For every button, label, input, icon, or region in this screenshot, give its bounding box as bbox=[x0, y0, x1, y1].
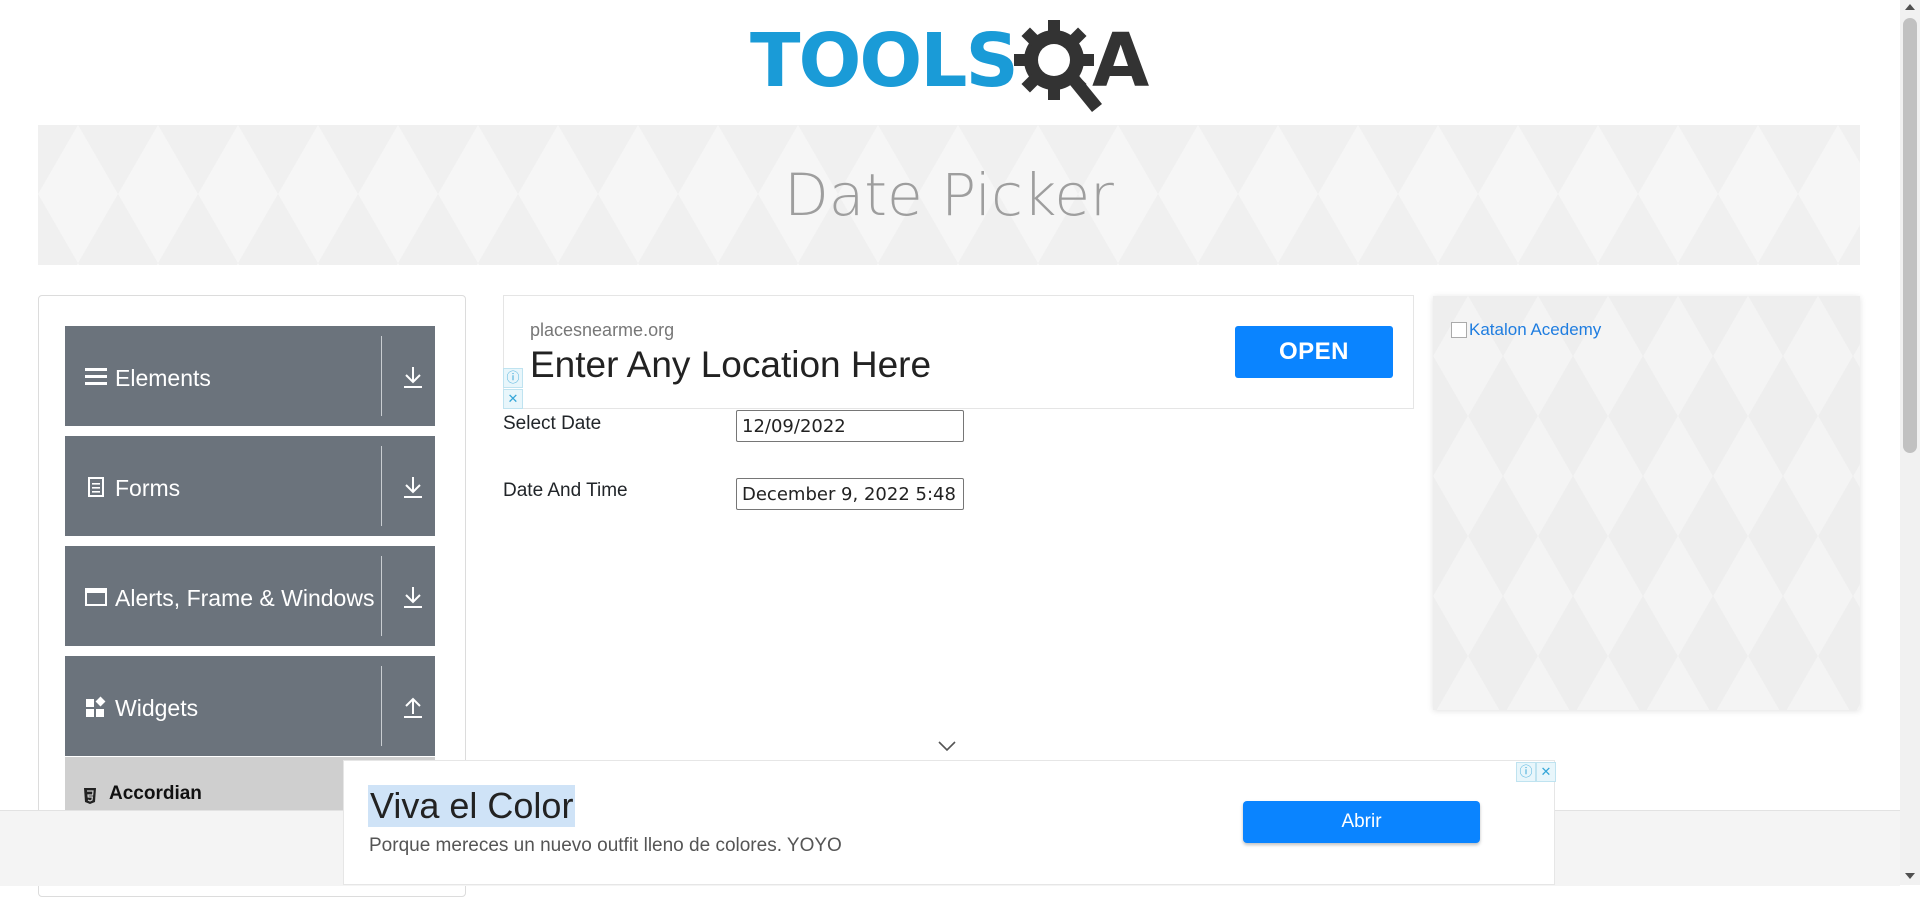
scroll-down-arrow-icon[interactable] bbox=[1905, 873, 1915, 879]
image-alt-text: Katalon Acedemy bbox=[1469, 320, 1602, 339]
page-banner: Date Picker bbox=[38, 125, 1860, 265]
logo-text-a: A bbox=[1092, 18, 1149, 104]
advertisement-top[interactable]: placesnearme.org Enter Any Location Here… bbox=[503, 295, 1414, 409]
sidebar-group-label: Widgets bbox=[115, 695, 199, 721]
ad-description: Porque mereces un nuevo outfit lleno de … bbox=[369, 835, 842, 856]
scroll-up-arrow-icon[interactable] bbox=[1905, 4, 1915, 10]
upload-arrow-icon[interactable] bbox=[401, 694, 425, 720]
chevron-down-icon[interactable] bbox=[937, 740, 957, 752]
sidebar-group-elements[interactable]: Elements bbox=[65, 326, 435, 426]
sidebar-group-label: Forms bbox=[115, 475, 181, 501]
ad-open-button[interactable]: OPEN bbox=[1235, 326, 1393, 378]
adchoices-info-icon[interactable]: ⓘ bbox=[503, 368, 523, 388]
divider bbox=[381, 336, 382, 416]
document-icon bbox=[88, 477, 104, 497]
broken-image-link[interactable]: Katalon Acedemy bbox=[1451, 320, 1601, 340]
widgets-icon bbox=[86, 696, 106, 717]
advertisement-right[interactable]: Katalon Acedemy bbox=[1433, 296, 1860, 710]
date-and-time-input[interactable]: December 9, 2022 5:48 PM bbox=[736, 478, 964, 510]
window-icon bbox=[85, 588, 107, 606]
sidebar-item-label: Accordian bbox=[109, 783, 202, 804]
advertisement-bottom[interactable]: Viva el Color Porque mereces un nuevo ou… bbox=[343, 760, 1555, 885]
ad-headline[interactable]: Viva el Color bbox=[368, 785, 576, 827]
divider bbox=[381, 556, 382, 636]
divider bbox=[381, 446, 382, 526]
divider bbox=[381, 666, 382, 746]
adchoices-info-icon[interactable]: ⓘ bbox=[1516, 762, 1536, 782]
download-arrow-icon[interactable] bbox=[401, 584, 425, 610]
ad-open-button[interactable]: Abrir bbox=[1243, 801, 1480, 843]
vertical-scrollbar[interactable] bbox=[1900, 0, 1920, 885]
ad-close-icon[interactable]: ✕ bbox=[503, 389, 523, 409]
select-date-label: Select Date bbox=[503, 413, 602, 434]
sidebar-group-widgets[interactable]: Widgets bbox=[65, 656, 435, 756]
logo-text-tools: TOOLS bbox=[750, 18, 1019, 104]
download-arrow-icon[interactable] bbox=[401, 364, 425, 390]
site-logo[interactable]: TOOLS A bbox=[750, 18, 1154, 114]
sidebar-group-label: Alerts, Frame & Windows bbox=[115, 585, 375, 611]
sidebar-group-forms[interactable]: Forms bbox=[65, 436, 435, 536]
scroll-thumb[interactable] bbox=[1903, 18, 1917, 453]
ad-close-icon[interactable]: ✕ bbox=[1536, 762, 1556, 782]
sidebar-group-label: Elements bbox=[115, 365, 211, 391]
date-and-time-label: Date And Time bbox=[503, 480, 628, 501]
ad-domain: placesnearme.org bbox=[530, 320, 675, 340]
ad-headline[interactable]: Enter Any Location Here bbox=[530, 344, 931, 386]
sidebar-group-alerts[interactable]: Alerts, Frame & Windows bbox=[65, 546, 435, 646]
select-date-input[interactable]: 12/09/2022 bbox=[736, 410, 964, 442]
html5-icon bbox=[84, 788, 96, 804]
hamburger-icon bbox=[85, 368, 107, 385]
page-title: Date Picker bbox=[784, 161, 1114, 229]
download-arrow-icon[interactable] bbox=[401, 474, 425, 500]
gear-magnifier-logo-icon bbox=[1014, 20, 1102, 112]
broken-image-icon bbox=[1451, 322, 1467, 338]
